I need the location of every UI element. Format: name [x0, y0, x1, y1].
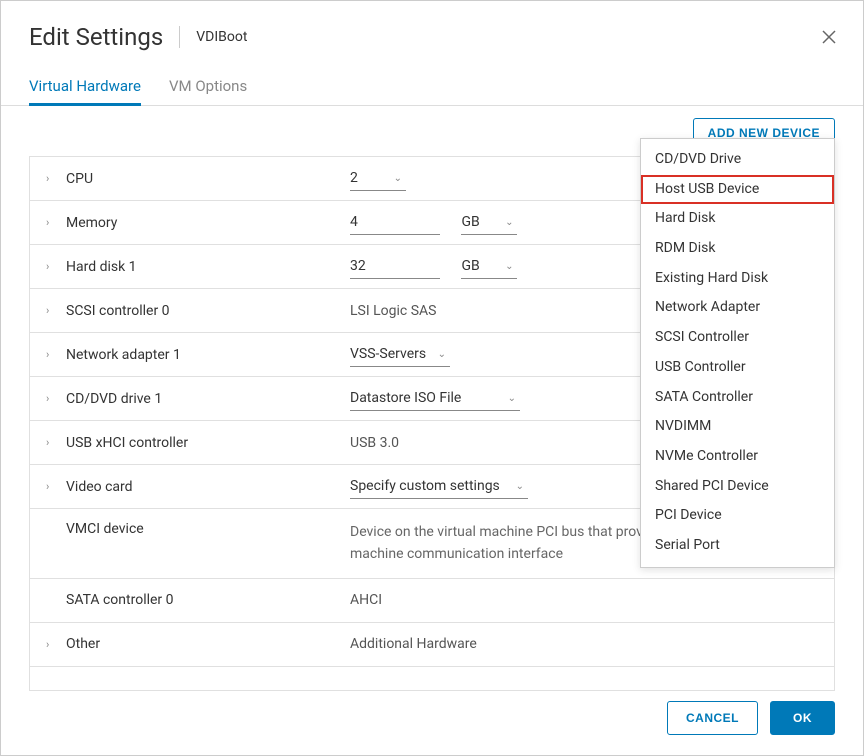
- menu-item-nvme-controller[interactable]: NVMe Controller: [641, 442, 834, 472]
- chevron-right-icon[interactable]: ›: [46, 392, 60, 405]
- header-separator: [179, 26, 180, 48]
- cpu-count-select[interactable]: 2⌄: [350, 166, 406, 191]
- menu-item-scsi-controller[interactable]: SCSI Controller: [641, 323, 834, 353]
- label-cd-dvd-drive-1: CD/DVD drive 1: [66, 391, 162, 407]
- label-vmci-device: VMCI device: [66, 521, 144, 537]
- memory-unit-select[interactable]: GB⌄: [461, 210, 517, 235]
- tab-virtual-hardware[interactable]: Virtual Hardware: [29, 77, 141, 106]
- menu-item-shared-pci-device[interactable]: Shared PCI Device: [641, 472, 834, 502]
- row-other: › Other Additional Hardware: [30, 623, 834, 667]
- label-cpu: CPU: [66, 171, 93, 187]
- hard-disk-unit-select[interactable]: GB⌄: [461, 254, 517, 279]
- menu-item-cd-dvd-drive[interactable]: CD/DVD Drive: [641, 145, 834, 175]
- label-network-adapter-1: Network adapter 1: [66, 347, 181, 363]
- menu-item-network-adapter[interactable]: Network Adapter: [641, 293, 834, 323]
- scsi-value: LSI Logic SAS: [350, 303, 436, 319]
- menu-item-host-usb-device[interactable]: Host USB Device: [641, 175, 834, 205]
- chevron-down-icon: ⌄: [516, 481, 524, 492]
- close-icon: [821, 29, 837, 45]
- hard-disk-value-input[interactable]: 32: [350, 254, 440, 279]
- chevron-right-icon[interactable]: ›: [46, 638, 60, 651]
- chevron-down-icon: ⌄: [508, 393, 516, 404]
- label-scsi-controller-0: SCSI controller 0: [66, 303, 170, 319]
- label-video-card: Video card: [66, 479, 133, 495]
- network-select[interactable]: VSS-Servers⌄: [350, 342, 450, 367]
- chevron-down-icon: ⌄: [505, 217, 513, 228]
- cddvd-select[interactable]: Datastore ISO File⌄: [350, 386, 520, 411]
- chevron-down-icon: ⌄: [394, 173, 402, 184]
- menu-item-hard-disk[interactable]: Hard Disk: [641, 204, 834, 234]
- menu-item-rdm-disk[interactable]: RDM Disk: [641, 234, 834, 264]
- tab-bar: Virtual Hardware VM Options: [1, 61, 863, 106]
- label-memory: Memory: [66, 215, 117, 231]
- chevron-down-icon: ⌄: [438, 349, 446, 360]
- chevron-right-icon[interactable]: ›: [46, 260, 60, 273]
- chevron-down-icon: ⌄: [505, 261, 513, 272]
- chevron-right-icon[interactable]: ›: [46, 348, 60, 361]
- other-value: Additional Hardware: [350, 636, 477, 652]
- menu-item-pci-device[interactable]: PCI Device: [641, 501, 834, 531]
- chevron-right-icon[interactable]: ›: [46, 436, 60, 449]
- label-other: Other: [66, 636, 100, 652]
- label-sata-controller-0: SATA controller 0: [66, 592, 174, 608]
- dialog-title: Edit Settings: [29, 23, 163, 51]
- video-card-select[interactable]: Specify custom settings⌄: [350, 474, 528, 499]
- menu-item-serial-port[interactable]: Serial Port: [641, 531, 834, 561]
- label-usb-xhci-controller: USB xHCI controller: [66, 435, 188, 451]
- dialog-header: Edit Settings VDIBoot: [1, 1, 863, 61]
- sata-value: AHCI: [350, 592, 382, 608]
- menu-item-usb-controller[interactable]: USB Controller: [641, 353, 834, 383]
- usb-value: USB 3.0: [350, 435, 399, 451]
- label-hard-disk-1: Hard disk 1: [66, 259, 137, 275]
- menu-item-existing-hard-disk[interactable]: Existing Hard Disk: [641, 264, 834, 294]
- dialog-footer: CANCEL OK: [1, 681, 863, 755]
- add-device-menu: CD/DVD Drive Host USB Device Hard Disk R…: [640, 138, 835, 568]
- menu-item-sata-controller[interactable]: SATA Controller: [641, 383, 834, 413]
- chevron-right-icon[interactable]: ›: [46, 480, 60, 493]
- vm-name: VDIBoot: [196, 29, 247, 45]
- chevron-right-icon[interactable]: ›: [46, 172, 60, 185]
- chevron-right-icon[interactable]: ›: [46, 216, 60, 229]
- close-button[interactable]: [819, 27, 839, 47]
- memory-value-input[interactable]: 4: [350, 210, 440, 235]
- tab-vm-options[interactable]: VM Options: [169, 77, 247, 106]
- menu-item-nvdimm[interactable]: NVDIMM: [641, 412, 834, 442]
- cancel-button[interactable]: CANCEL: [667, 701, 758, 735]
- chevron-right-icon[interactable]: ›: [46, 304, 60, 317]
- ok-button[interactable]: OK: [770, 701, 835, 735]
- row-sata-controller-0: › SATA controller 0 AHCI: [30, 579, 834, 623]
